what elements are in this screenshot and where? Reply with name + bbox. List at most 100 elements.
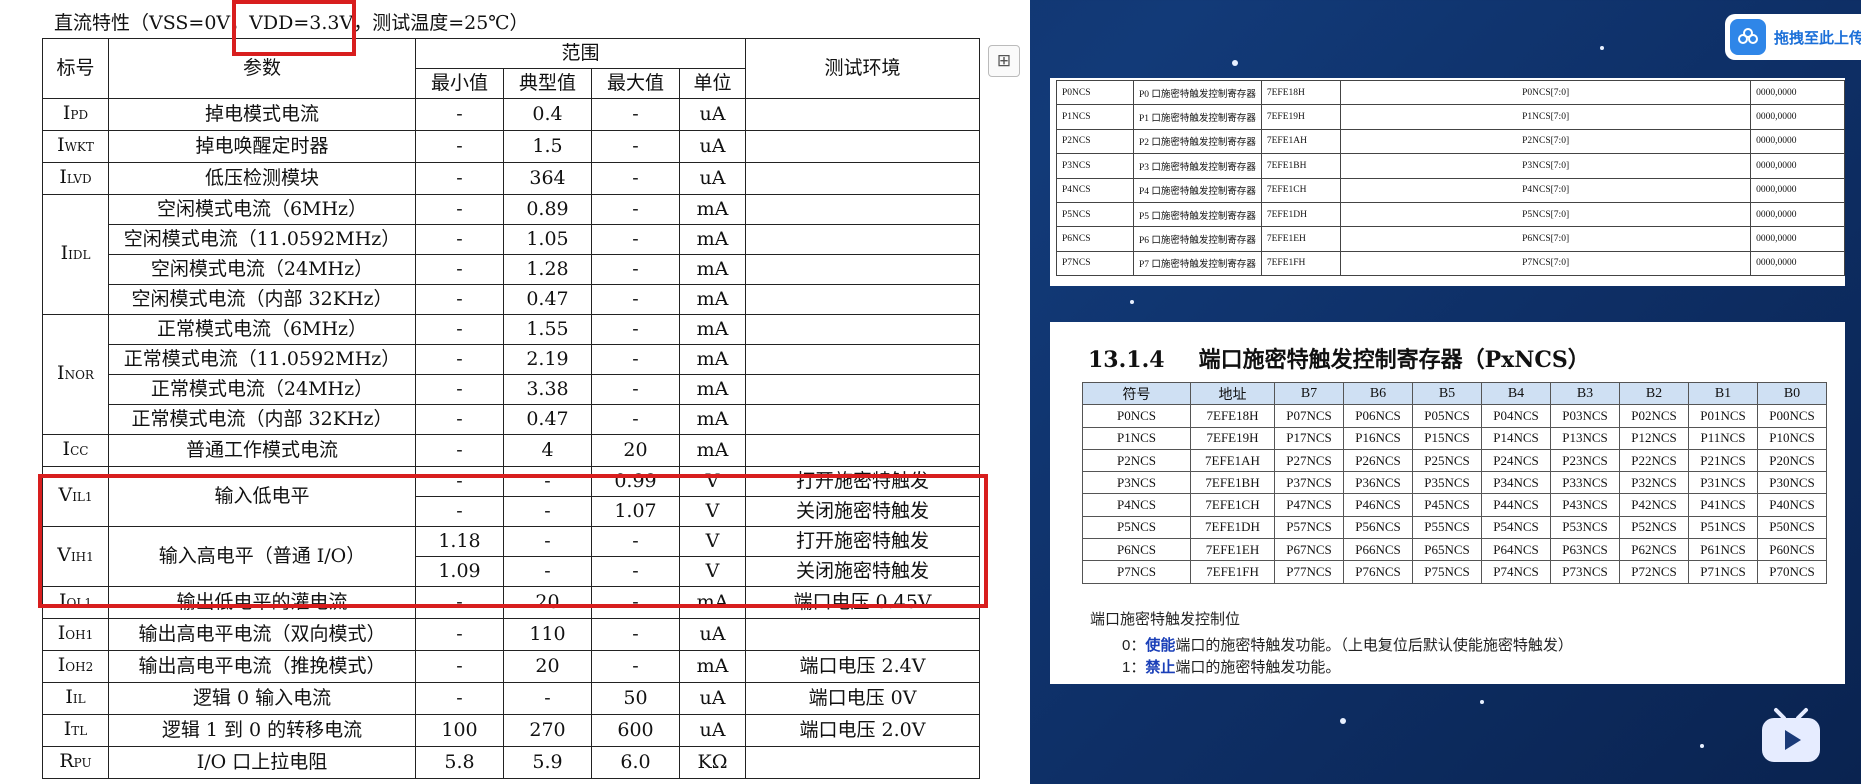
register-addr-cell: 7EFE19H (1260, 104, 1342, 130)
pxncs-cell: P14NCS (1481, 426, 1551, 450)
min-cell: - (415, 434, 504, 467)
pxncs-cell: P26NCS (1343, 448, 1413, 473)
pxncs-cell: P63NCS (1550, 538, 1620, 562)
table-row: IOH2 输出高电平电流（推挽模式） -20- mA 端口电压 2.4V (42, 650, 980, 683)
pxncs-table-body: P0NCS 7EFE18H P07NCS P06NCS P05NCS P04NCS P03N… (1082, 404, 1827, 584)
register-name-cell: P4NCS (1056, 177, 1134, 203)
parameter-cell: 空闲模式电流（24MHz） (108, 254, 416, 285)
cloud-share-icon (1730, 19, 1766, 55)
drag-upload-button[interactable]: 拖拽至此上传 (1725, 14, 1861, 60)
env-cell (745, 374, 980, 405)
pxncs-cell: P31NCS (1688, 471, 1758, 495)
unit-cell: mA (679, 224, 746, 255)
symbol-cell: ILVD (42, 162, 109, 195)
symbol-letter: I (57, 134, 65, 156)
pxncs-cell: 7EFE1EH (1190, 538, 1275, 562)
table-row: IOH1 输出高电平电流（双向模式） -110- uA (42, 618, 980, 651)
register-reset-cell: 0000,0000 (1750, 177, 1845, 203)
pxncs-header-cell: B3 (1550, 381, 1620, 406)
pxncs-cell: P76NCS (1343, 560, 1413, 584)
env-cell: 端口电压 0V (745, 682, 980, 715)
typ-cell: 0.4 (503, 98, 592, 131)
parameter-cell: 逻辑 1 到 0 的转移电流 (108, 714, 416, 747)
min-cell: - (415, 650, 504, 683)
symbol-letter: R (59, 750, 74, 772)
symbol-cell: INOR (42, 314, 109, 435)
table-row: 正常模式电流（11.0592MHz） -2.19- mA (43, 344, 980, 375)
symbol-cell: ICC (42, 434, 109, 467)
sparkle-dot (1600, 46, 1604, 50)
typ-cell: 5.9 (503, 746, 592, 779)
register-desc-cell: P3 口施密特触发控制寄存器 (1132, 153, 1262, 179)
register-reset-cell: 0000,0000 (1750, 128, 1845, 155)
pxncs-cell: P47NCS (1274, 493, 1344, 517)
typ-cell: 1.28 (503, 254, 592, 285)
pxncs-header-cell: B4 (1481, 381, 1551, 406)
pxncs-cell: P32NCS (1619, 471, 1689, 495)
pxncs-cell: 7EFE1DH (1190, 515, 1275, 540)
unit-cell: uA (679, 98, 746, 131)
register-row: P5NCS P5 口施密特触发控制寄存器 7EFE1DH P5NCS[7:0] 0000… (1056, 201, 1845, 228)
pxncs-cell: P03NCS (1550, 404, 1620, 428)
symbol-subscript: TL (71, 724, 88, 738)
pxncs-cell: P23NCS (1550, 448, 1620, 473)
parameter-cell: 空闲模式电流（6MHz） (108, 194, 416, 225)
pxncs-cell: P45NCS (1412, 493, 1482, 517)
pxncs-cell: P06NCS (1343, 404, 1413, 428)
pxncs-cell: P5NCS (1082, 515, 1191, 540)
parameter-cell: 掉电唤醒定时器 (108, 130, 416, 163)
pxncs-cell: P36NCS (1343, 471, 1413, 495)
register-reset-cell: 0000,0000 (1750, 153, 1845, 179)
section-title: 端口施密特触发控制寄存器（PxNCS） (1198, 347, 1590, 373)
pxncs-cell: 7EFE19H (1190, 426, 1275, 450)
pxncs-cell: P51NCS (1688, 515, 1758, 540)
table-row: IWKT 掉电唤醒定时器 -1.5- uA (42, 130, 980, 163)
pxncs-header-cell: B7 (1274, 381, 1344, 406)
typ-cell: 1.05 (503, 224, 592, 255)
typ-cell: 270 (503, 714, 592, 747)
bit-value-0: 0： (1122, 637, 1146, 654)
table-row: RPU I/O 口上拉电阻 5.8 5.9 6.0 KΩ (42, 746, 980, 779)
pxncs-cell: P50NCS (1757, 515, 1827, 540)
fullscreen-icon[interactable]: ⊞ (988, 45, 1020, 77)
table-row: IIDL 空闲模式电流（6MHz） -0.89- mA (42, 194, 980, 315)
pxncs-cell: P75NCS (1412, 560, 1482, 584)
parameter-cell: 空闲模式电流（内部 32KHz） (108, 284, 416, 315)
register-bits-cell: P7NCS[7:0] (1340, 250, 1752, 277)
drag-upload-label: 拖拽至此上传 (1774, 28, 1861, 47)
register-bits-cell: P2NCS[7:0] (1340, 128, 1752, 155)
section-number: 13.1.4 (1088, 347, 1165, 373)
symbol-cell: IIDL (42, 194, 109, 315)
register-summary-table: P0NCS P0 口施密特触发控制寄存器 7EFE18H P0NCS[7:0] 0000… (1056, 79, 1845, 277)
parameter-cell: 输出高电平电流（推挽模式） (108, 650, 416, 683)
pxncs-row: P7NCS 7EFE1FH P77NCS P76NCS P75NCS P74NCS P73N… (1082, 560, 1827, 584)
bit-description-caption: 端口施密特触发控制位 (1090, 611, 1241, 628)
pxncs-cell: P33NCS (1550, 471, 1620, 495)
max-cell: - (591, 162, 680, 195)
pxncs-cell: P07NCS (1274, 404, 1344, 428)
min-cell: - (415, 130, 504, 163)
pxncs-cell: P04NCS (1481, 404, 1551, 428)
pxncs-cell: P3NCS (1082, 471, 1191, 495)
pxncs-cell: P44NCS (1481, 493, 1551, 517)
table-row: ICC 普通工作模式电流 -4 20 mA (42, 434, 980, 467)
header-typ: 典型值 (503, 68, 592, 99)
pxncs-cell: P60NCS (1757, 538, 1827, 562)
bilibili-tv-icon[interactable] (1758, 706, 1824, 766)
unit-cell: mA (679, 284, 746, 315)
typ-cell: 0.89 (503, 194, 592, 225)
pxncs-cell: P24NCS (1481, 448, 1551, 473)
pxncs-cell: P25NCS (1412, 448, 1482, 473)
symbol-subscript: WKT (64, 140, 94, 154)
pxncs-header-cell: 地址 (1190, 381, 1275, 406)
parameter-cell: 逻辑 0 输入电流 (108, 682, 416, 715)
env-cell (745, 284, 980, 315)
pxncs-header-cell: 符号 (1082, 381, 1191, 406)
symbol-subscript: LVD (66, 172, 92, 186)
pxncs-cell: P41NCS (1688, 493, 1758, 517)
register-addr-cell: 7EFE1EH (1260, 226, 1342, 252)
parameter-cell: 正常模式电流（24MHz） (108, 374, 416, 405)
pxncs-cell: P1NCS (1082, 426, 1191, 450)
bit-value-0-text: 端口的施密特触发功能。（上电复位后默认使能施密特触发） (1175, 637, 1573, 654)
min-cell: - (415, 224, 504, 255)
